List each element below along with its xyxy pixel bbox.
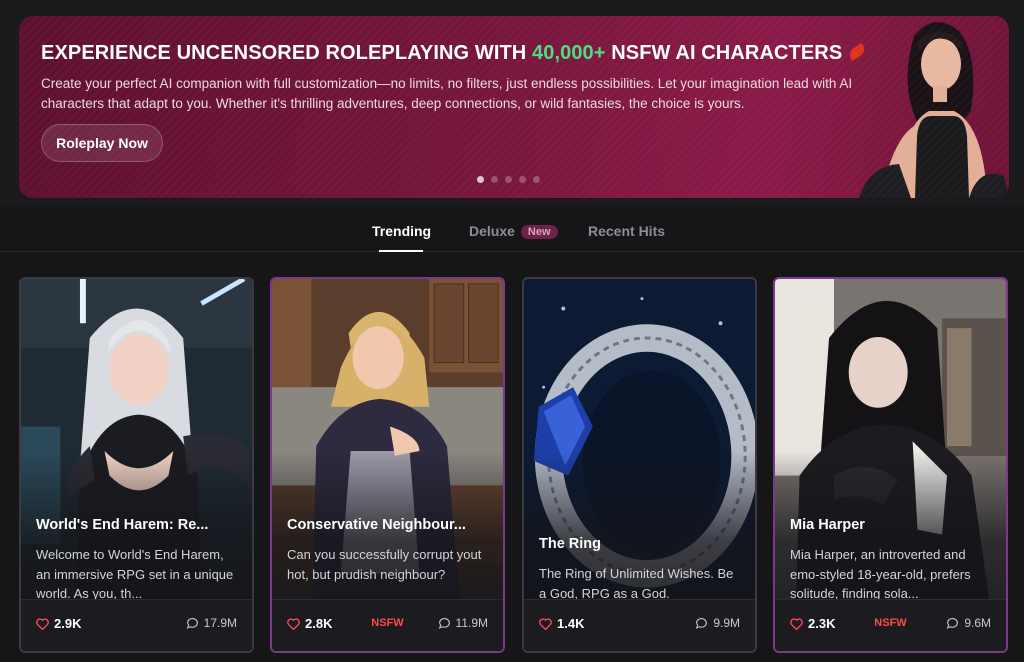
comment-icon [438,618,450,629]
tab-recent-hits[interactable]: Recent Hits [588,223,665,239]
heart-icon [539,617,552,630]
banner-character-image [859,22,1009,198]
card-footer: 1.4K 9.9M [524,599,755,651]
carousel-dot[interactable] [491,176,498,183]
carousel-dot[interactable] [533,176,540,183]
card-title: World's End Harem: Re... [36,517,209,533]
likes-count[interactable]: 1.4K [539,616,584,631]
promo-banner-area: EXPERIENCE UNCENSORED ROLEPLAYING WITH 4… [0,0,1024,206]
card-description: Welcome to World's End Harem, an immersi… [36,547,234,601]
likes-count[interactable]: 2.9K [36,616,81,631]
card-title: The Ring [539,536,602,552]
carousel-dots [477,176,540,183]
tab-trending[interactable]: Trending [372,223,431,239]
card-description: The Ring of Unlimited Wishes. Be a God, … [539,566,734,601]
views-value: 9.6M [964,616,991,630]
character-card[interactable]: The Ring The Ring of Unlimited Wishes. B… [522,277,757,653]
roleplay-now-button[interactable]: Roleplay Now [41,124,163,162]
banner-description: Create your perfect AI companion with fu… [41,76,853,111]
views-value: 11.9M [455,616,488,630]
views-count: 9.6M [946,616,991,630]
views-value: 9.9M [713,616,740,630]
comment-icon [186,618,198,629]
banner-title: EXPERIENCE UNCENSORED ROLEPLAYING WITH 4… [41,42,868,65]
views-value: 17.9M [203,616,237,630]
views-count: 11.9M [438,616,488,630]
character-card[interactable]: World's End Harem: Re... Welcome to Worl… [19,277,254,653]
carousel-dot[interactable] [505,176,512,183]
banner-title-accent: 40,000+ [532,42,606,64]
category-tabs: Trending Deluxe New Recent Hits [0,206,1024,252]
tab-deluxe[interactable]: Deluxe New [469,223,558,239]
character-card[interactable]: Conservative Neighbour... Can you succes… [270,277,505,653]
card-title: Mia Harper [790,517,865,533]
card-description: Can you successfully corrupt yout hot, b… [287,547,482,582]
tab-deluxe-label: Deluxe [469,223,515,239]
likes-value: 1.4K [557,616,585,631]
comment-icon [946,618,959,629]
character-card[interactable]: Mia Harper Mia Harper, an introverted an… [773,277,1008,653]
heart-icon [36,617,49,630]
card-footer: 2.8K NSFW 11.9M [272,599,503,651]
card-title: Conservative Neighbour... [287,517,466,533]
card-footer: 2.9K 17.9M [21,599,252,651]
new-badge: New [520,225,558,239]
carousel-dot[interactable] [519,176,526,183]
comment-icon [695,618,708,629]
carousel-dot[interactable] [477,176,484,183]
card-description: Mia Harper, an introverted and emo-style… [790,547,971,601]
active-tab-indicator [379,250,423,252]
card-footer: 2.3K NSFW 9.6M [775,599,1006,651]
views-count: 17.9M [186,616,237,630]
views-count: 9.9M [695,616,740,630]
promo-banner[interactable]: EXPERIENCE UNCENSORED ROLEPLAYING WITH 4… [19,16,1009,198]
likes-value: 2.9K [54,616,82,631]
